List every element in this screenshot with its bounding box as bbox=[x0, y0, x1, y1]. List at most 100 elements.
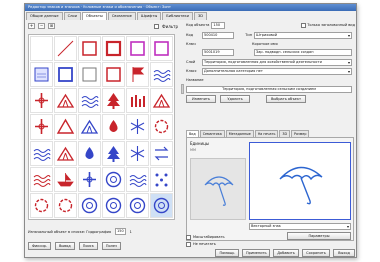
palette-symbol-square-red-2-icon[interactable] bbox=[102, 62, 125, 88]
palette-symbol-tree-red-icon[interactable] bbox=[102, 88, 125, 114]
symbol-palette-grid bbox=[28, 34, 175, 220]
palette-count-field[interactable]: 150 bbox=[114, 228, 126, 235]
apply-button[interactable]: Применить bbox=[242, 249, 270, 257]
palette-symbol-square-red-bold-icon[interactable] bbox=[102, 36, 125, 62]
kind-field[interactable]: 500410 bbox=[202, 31, 234, 39]
pick-object-button[interactable]: Выбрать объект bbox=[266, 95, 306, 103]
square-magenta-2-icon bbox=[154, 41, 169, 56]
palette-symbol-snow-blue-icon[interactable] bbox=[126, 140, 149, 166]
palette-symbol-cross-small-icon[interactable] bbox=[30, 114, 53, 140]
tab-objects[interactable]: Объекты bbox=[81, 12, 107, 20]
splitter-handle[interactable] bbox=[181, 84, 184, 94]
palette-symbol-tree-blue-icon[interactable] bbox=[102, 140, 125, 166]
palette-symbol-drop-blue-icon[interactable] bbox=[78, 140, 101, 166]
palette-symbol-ice-blue-icon[interactable] bbox=[126, 114, 149, 140]
tab-libraries[interactable]: Библиотеки bbox=[162, 12, 193, 20]
palette-symbol-waves-red-icon[interactable] bbox=[30, 166, 53, 192]
parameters-button[interactable]: Параметры bbox=[287, 232, 351, 240]
circle-blue-icon bbox=[105, 171, 122, 187]
palette-symbol-empty-icon[interactable] bbox=[30, 36, 53, 62]
layer-select[interactable]: Территория, подготовленная для хозяйстве… bbox=[202, 58, 352, 66]
palette-symbol-square-magenta-2-icon[interactable] bbox=[150, 36, 173, 62]
palette-symbol-line-icon[interactable] bbox=[54, 36, 77, 62]
scale-checkbox[interactable] bbox=[186, 234, 191, 240]
add-button[interactable]: Добавить bbox=[273, 249, 299, 257]
palette-symbol-drop-red-icon[interactable] bbox=[102, 114, 125, 140]
palette-symbol-circle-blue-icon[interactable] bbox=[102, 166, 125, 192]
waves-red-icon bbox=[33, 174, 51, 187]
palette-symbol-square-blue-icon[interactable] bbox=[54, 62, 77, 88]
palette-symbol-tent-red-icon[interactable] bbox=[150, 88, 173, 114]
remove-tool-button[interactable]: − bbox=[38, 23, 45, 29]
no-print-checkbox[interactable] bbox=[186, 241, 191, 247]
object-code-field[interactable]: 150 bbox=[211, 21, 226, 29]
palette-symbol-building-red-icon[interactable] bbox=[54, 140, 77, 166]
large-preview bbox=[249, 142, 351, 220]
gear-red-icon bbox=[34, 198, 49, 213]
palette-symbol-circle-eye-blue-icon[interactable] bbox=[126, 192, 149, 218]
class-select[interactable]: Дополнительная категория нет bbox=[202, 67, 352, 75]
palette-symbol-square-pattern-icon[interactable] bbox=[30, 62, 53, 88]
palette-symbol-steam-red-icon[interactable] bbox=[150, 114, 173, 140]
palette-symbol-anchor-blue-icon[interactable] bbox=[78, 166, 101, 192]
palette-symbol-square-red-icon[interactable] bbox=[78, 36, 101, 62]
exit-button[interactable]: Выход bbox=[333, 249, 355, 257]
scale-label: Масштабировать bbox=[193, 235, 225, 239]
type-select[interactable]: Штриховой bbox=[254, 31, 352, 39]
key-label: Ключ bbox=[186, 42, 196, 46]
only-tag-checkbox[interactable] bbox=[301, 22, 307, 28]
palette-symbol-arrows-blue-icon[interactable] bbox=[150, 140, 173, 166]
tab-fonts[interactable]: Шрифты bbox=[136, 12, 162, 20]
grid-tool-button[interactable]: ⊞ bbox=[48, 23, 55, 29]
output-button[interactable]: Вывод bbox=[54, 242, 75, 250]
units-label: Единицы bbox=[190, 141, 209, 146]
tab-print[interactable]: На печать bbox=[254, 130, 279, 137]
name-field[interactable]: Территория, подготовленная сельским созд… bbox=[186, 85, 352, 93]
useful-button[interactable]: Полез bbox=[101, 242, 121, 250]
small-preview bbox=[190, 158, 246, 220]
tab-semantics[interactable]: Семантика bbox=[199, 130, 225, 137]
delete-button[interactable]: Удалить bbox=[220, 95, 250, 103]
drop-red-icon bbox=[109, 120, 118, 133]
tab-size[interactable]: Размер bbox=[291, 130, 310, 137]
palette-symbol-circle-umbrella-blue-icon[interactable] bbox=[150, 192, 173, 218]
palette-symbol-hut-red-icon[interactable] bbox=[54, 88, 77, 114]
palette-symbol-lines-blue-icon[interactable] bbox=[78, 88, 101, 114]
palette-symbol-wave-lines-blue-icon[interactable] bbox=[126, 166, 149, 192]
symbol-type-select[interactable]: Векторный знак bbox=[249, 223, 351, 230]
fix-button[interactable]: Фиксир. bbox=[28, 242, 51, 250]
tab-general[interactable]: Общие данные bbox=[26, 12, 63, 20]
tab-layers[interactable]: Слои bbox=[63, 12, 81, 20]
palette-symbol-bars-red-icon[interactable] bbox=[126, 88, 149, 114]
palette-symbol-waves-blue-icon[interactable] bbox=[30, 140, 53, 166]
palette-symbol-tent-blue-icon[interactable] bbox=[78, 114, 101, 140]
palette-symbol-blue-waves-icon[interactable] bbox=[150, 62, 173, 88]
tab-linked[interactable]: Связанное bbox=[107, 12, 136, 20]
palette-symbol-square-magenta-icon[interactable] bbox=[126, 36, 149, 62]
palette-symbol-flag-icon[interactable] bbox=[126, 62, 149, 88]
filter-checkbox[interactable] bbox=[154, 23, 160, 29]
tree-blue-icon bbox=[107, 145, 120, 162]
palette-symbol-gear-red-icon[interactable] bbox=[30, 192, 53, 218]
tab-view[interactable]: Вид bbox=[186, 130, 199, 137]
add-tool-button[interactable]: + bbox=[28, 23, 35, 29]
spiral-red-icon bbox=[58, 198, 73, 213]
short-name-field[interactable]: Зар. подводн. сельских создан bbox=[254, 48, 352, 56]
palette-symbol-spiral-red-icon[interactable] bbox=[54, 192, 77, 218]
palette-symbol-circle-sun-blue-icon[interactable] bbox=[78, 192, 101, 218]
change-button[interactable]: Изменить bbox=[186, 95, 216, 103]
key-field[interactable]: 5001019 bbox=[202, 48, 234, 56]
palette-symbol-square-outline-icon[interactable] bbox=[78, 62, 101, 88]
tab-3d-inner[interactable]: 3D bbox=[279, 130, 291, 137]
palette-symbol-triangle-red-icon[interactable] bbox=[54, 114, 77, 140]
only-tag-label: Только заголовочный вид bbox=[307, 23, 355, 27]
help-button[interactable]: Помощь bbox=[215, 249, 239, 257]
tab-3d[interactable]: 3D bbox=[193, 12, 208, 20]
palette-symbol-circle-face-blue-icon[interactable] bbox=[102, 192, 125, 218]
palette-symbol-dots-blue-icon[interactable] bbox=[150, 166, 173, 192]
save-button[interactable]: Сохранить bbox=[302, 249, 330, 257]
palette-symbol-cross-red-icon[interactable] bbox=[30, 88, 53, 114]
tab-metadata[interactable]: Метаданные bbox=[225, 130, 254, 137]
search-button[interactable]: Поиск bbox=[78, 242, 98, 250]
palette-symbol-ship-red-icon[interactable] bbox=[54, 166, 77, 192]
